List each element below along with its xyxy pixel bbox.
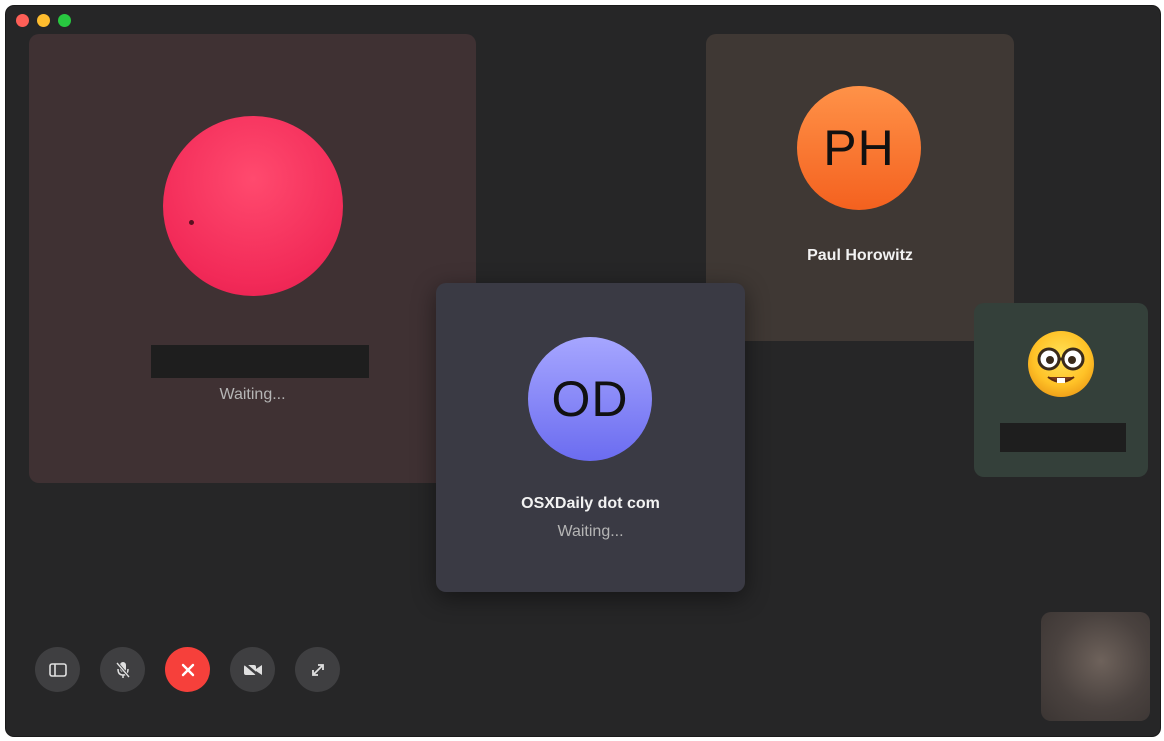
participant-status: Waiting... bbox=[557, 523, 624, 540]
participant-tile-paul-horowitz[interactable]: PH Paul Horowitz bbox=[706, 34, 1014, 341]
close-icon bbox=[181, 663, 194, 676]
self-view-thumbnail[interactable] bbox=[1041, 612, 1150, 721]
mute-button[interactable] bbox=[100, 647, 145, 692]
participant-avatar: OD bbox=[528, 337, 652, 461]
participant-tile-emoji[interactable] bbox=[974, 303, 1148, 477]
sidebar-button[interactable] bbox=[35, 647, 80, 692]
minimize-window-button[interactable] bbox=[37, 14, 50, 27]
redacted-name-bar bbox=[1000, 423, 1126, 452]
microphone-muted-icon bbox=[115, 661, 130, 678]
video-camera-icon bbox=[243, 662, 262, 677]
redacted-name-bar bbox=[151, 345, 369, 378]
participant-avatar: PH bbox=[797, 86, 921, 210]
avatar-dot bbox=[189, 220, 194, 225]
close-window-button[interactable] bbox=[16, 14, 29, 27]
participant-tile-pink[interactable]: Waiting... bbox=[29, 34, 476, 483]
facetime-window: Waiting... PH Paul Horowitz OD OSXDaily … bbox=[6, 6, 1160, 736]
end-call-button[interactable] bbox=[165, 647, 210, 692]
maximize-window-button[interactable] bbox=[58, 14, 71, 27]
window-controls bbox=[16, 14, 71, 27]
call-controls bbox=[35, 647, 340, 692]
sidebar-icon bbox=[48, 662, 67, 677]
participant-name: Paul Horowitz bbox=[807, 247, 913, 264]
participant-tile-osxdaily[interactable]: OD OSXDaily dot com Waiting... bbox=[436, 283, 745, 592]
camera-button[interactable] bbox=[230, 647, 275, 692]
fullscreen-button[interactable] bbox=[295, 647, 340, 692]
expand-icon bbox=[311, 663, 324, 676]
participant-status: Waiting... bbox=[219, 386, 286, 403]
participant-avatar bbox=[163, 116, 343, 296]
participant-name: OSXDaily dot com bbox=[521, 495, 660, 512]
nerd-face-emoji-icon bbox=[1028, 331, 1094, 397]
